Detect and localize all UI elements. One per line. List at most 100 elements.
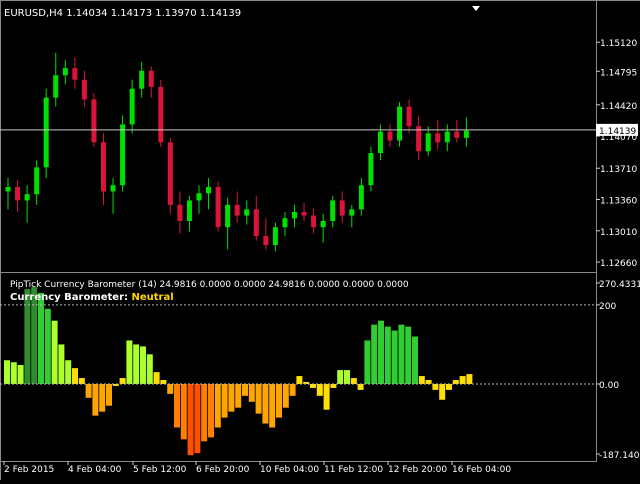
candle-body — [81, 79, 87, 100]
barometer-bar — [17, 364, 24, 384]
barometer-bar — [282, 383, 289, 408]
barometer-bar — [160, 380, 167, 384]
candle[interactable] — [358, 178, 364, 216]
barometer-bar — [228, 383, 235, 412]
barometer-bar — [357, 383, 364, 390]
candle[interactable] — [91, 93, 97, 147]
candle-body — [358, 185, 364, 210]
candle[interactable] — [81, 70, 87, 107]
barometer-bar — [425, 380, 432, 384]
candle[interactable] — [177, 191, 183, 234]
candle[interactable] — [215, 181, 221, 232]
candle-body — [196, 193, 202, 201]
candle[interactable] — [311, 208, 317, 234]
candle[interactable] — [463, 117, 469, 147]
candle-body — [43, 97, 49, 168]
time-axis-label: 10 Feb 04:00 — [260, 465, 319, 475]
candle[interactable] — [234, 191, 240, 223]
candle-body — [101, 142, 106, 192]
candle[interactable] — [24, 185, 30, 223]
candle-body — [320, 220, 326, 228]
barometer-bar — [180, 383, 187, 440]
candle[interactable] — [301, 203, 307, 221]
barometer-bar — [398, 324, 405, 384]
candle[interactable] — [444, 124, 450, 152]
candle[interactable] — [186, 195, 192, 232]
candle[interactable] — [62, 60, 68, 85]
barometer-bar — [38, 292, 44, 384]
candle[interactable] — [5, 178, 11, 210]
barometer-bar — [310, 383, 316, 388]
barometer-bar — [248, 383, 255, 402]
barometer-bar — [51, 320, 58, 384]
candle[interactable] — [368, 146, 374, 192]
candle[interactable] — [416, 115, 422, 161]
candle[interactable] — [425, 126, 431, 156]
candle-body — [349, 209, 355, 216]
candle-body — [34, 167, 40, 195]
candle[interactable] — [387, 124, 393, 147]
shift-marker-icon[interactable] — [472, 6, 480, 11]
candle[interactable] — [282, 212, 288, 237]
candle[interactable] — [139, 61, 145, 98]
candle-body — [311, 215, 317, 228]
candle[interactable] — [272, 222, 278, 252]
candle[interactable] — [397, 102, 403, 147]
candle[interactable] — [263, 218, 269, 250]
indicator-axis-label: -187.1405 — [599, 451, 640, 461]
candle[interactable] — [454, 119, 460, 143]
candle-body — [225, 204, 231, 228]
barometer-bar — [439, 383, 446, 400]
price-axis-label: 1.12660 — [600, 259, 637, 269]
candle[interactable] — [196, 185, 202, 214]
candle[interactable] — [129, 79, 135, 134]
candle-body — [129, 88, 135, 125]
candle-body — [339, 200, 345, 216]
candle[interactable] — [158, 79, 164, 147]
barometer-bar — [153, 372, 160, 384]
candle[interactable] — [72, 57, 78, 89]
candle[interactable] — [43, 88, 49, 179]
candle[interactable] — [320, 213, 326, 243]
chart-window[interactable]: 1.15120 1.14795 1.14420 1.14070 1.13710 1.133… — [0, 0, 640, 480]
barometer-bar — [384, 326, 391, 384]
candle[interactable] — [110, 178, 116, 214]
candle[interactable] — [330, 195, 336, 228]
time-axis-label: 5 Feb 12:00 — [133, 465, 187, 475]
barometer-bar — [371, 324, 378, 384]
candle[interactable] — [225, 197, 231, 250]
candle-body — [148, 70, 154, 87]
candle[interactable] — [406, 99, 412, 134]
time-axis-label: 2 Feb 2015 — [4, 465, 54, 475]
barometer-bar — [194, 383, 201, 454]
candle[interactable] — [15, 179, 21, 213]
candle[interactable] — [292, 204, 297, 228]
candle[interactable] — [435, 119, 441, 150]
candle[interactable] — [34, 160, 40, 205]
barometer-bar — [235, 383, 242, 408]
price-axis-label: 1.14420 — [600, 102, 637, 112]
candle[interactable] — [339, 191, 345, 223]
candle[interactable] — [167, 137, 173, 214]
barometer-bar — [221, 383, 228, 418]
candle-body — [272, 227, 278, 246]
candle[interactable] — [244, 200, 250, 225]
candle-body — [120, 124, 126, 186]
candle[interactable] — [53, 52, 59, 107]
price-axis-label: 1.13010 — [600, 228, 637, 238]
candle[interactable] — [148, 66, 154, 98]
barometer-bar — [146, 354, 153, 384]
candle[interactable] — [206, 178, 212, 210]
candle[interactable] — [120, 115, 126, 192]
barometer-bar — [119, 378, 126, 384]
candle-body — [244, 209, 250, 216]
candle-body — [53, 75, 59, 98]
candle[interactable] — [101, 133, 106, 205]
barometer-bar — [255, 383, 262, 414]
symbol-header: EURUSD,H4 1.14034 1.14173 1.13970 1.1413… — [4, 8, 241, 19]
barometer-bar — [296, 376, 303, 384]
candle[interactable] — [349, 204, 355, 228]
candle[interactable] — [253, 195, 259, 241]
chart-canvas[interactable]: 1.151201.147951.144201.140701.137101.133… — [0, 0, 640, 480]
candle-body — [282, 218, 288, 228]
